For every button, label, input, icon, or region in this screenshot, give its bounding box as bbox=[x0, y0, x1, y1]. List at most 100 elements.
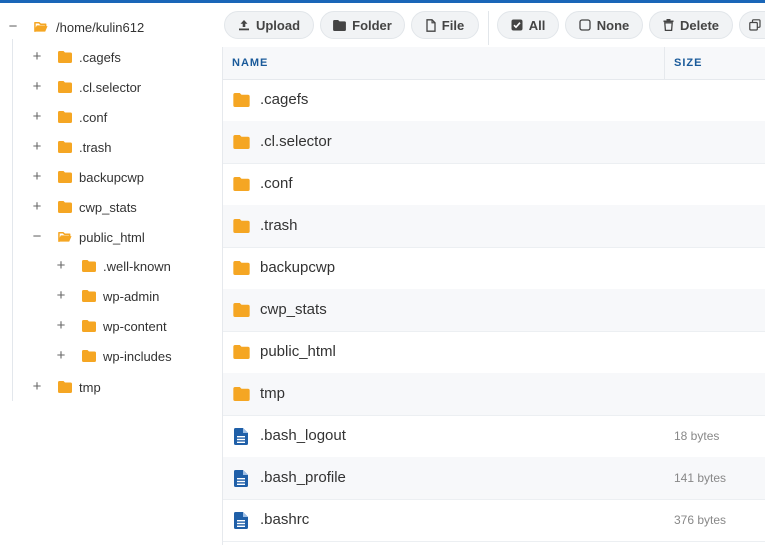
tree-node-well-known[interactable]: + .well-known bbox=[0, 256, 222, 278]
tree-label: wp-content bbox=[103, 319, 167, 334]
checkbox-checked-icon bbox=[511, 19, 523, 31]
folder-icon bbox=[58, 201, 72, 213]
folder-icon bbox=[233, 345, 250, 359]
column-header-name[interactable]: NAME bbox=[232, 57, 268, 69]
select-all-button[interactable]: All bbox=[497, 11, 559, 39]
table-row[interactable]: .conf bbox=[223, 163, 765, 206]
folder-icon bbox=[233, 135, 250, 149]
folder-icon bbox=[233, 261, 250, 275]
table-row[interactable]: .cagefs bbox=[223, 79, 765, 122]
expand-icon[interactable]: + bbox=[30, 49, 44, 64]
table-row[interactable]: public_html bbox=[223, 331, 765, 374]
delete-label: Delete bbox=[679, 17, 720, 33]
new-file-button[interactable]: File bbox=[411, 11, 479, 39]
folder-icon bbox=[58, 111, 72, 123]
row-name: cwp_stats bbox=[260, 301, 327, 318]
table-row[interactable]: .bash_logout 18 bytes bbox=[223, 415, 765, 458]
tree-label: .cagefs bbox=[79, 50, 121, 65]
expand-icon[interactable]: + bbox=[54, 288, 68, 303]
row-name: tmp bbox=[260, 385, 286, 402]
none-label: None bbox=[596, 17, 630, 33]
expand-icon[interactable]: + bbox=[54, 348, 68, 363]
file-label: File bbox=[441, 17, 465, 33]
table-row[interactable]: cwp_stats bbox=[223, 289, 765, 332]
tree-node-trash[interactable]: + .trash bbox=[0, 137, 222, 159]
tree-node-wp-admin[interactable]: + wp-admin bbox=[0, 286, 222, 308]
table-row[interactable]: backupcwp bbox=[223, 247, 765, 290]
column-header-size[interactable]: SIZE bbox=[674, 57, 702, 69]
folder-icon bbox=[233, 303, 250, 317]
expand-icon[interactable]: + bbox=[30, 379, 44, 394]
tree-label: .cl.selector bbox=[79, 80, 142, 95]
table-row[interactable]: .trash bbox=[223, 205, 765, 248]
tree-node-conf[interactable]: + .conf bbox=[0, 107, 222, 129]
tree-node-tmp[interactable]: + tmp bbox=[0, 377, 222, 399]
copy-button[interactable] bbox=[739, 11, 765, 39]
tree-node-cwp-stats[interactable]: + cwp_stats bbox=[0, 197, 222, 219]
row-name: .cagefs bbox=[260, 91, 309, 108]
tree-label: public_html bbox=[79, 230, 145, 245]
folder-icon bbox=[58, 171, 72, 183]
row-size: 18 bytes bbox=[674, 429, 720, 443]
table-row[interactable]: tmp bbox=[223, 373, 765, 416]
tree-node-wp-content[interactable]: + wp-content bbox=[0, 316, 222, 338]
folder-icon bbox=[58, 381, 72, 393]
table-header: NAME SIZE bbox=[223, 47, 765, 80]
tree-label: wp-admin bbox=[103, 289, 160, 304]
upload-button[interactable]: Upload bbox=[224, 11, 314, 39]
expand-icon[interactable]: + bbox=[30, 109, 44, 124]
folder-open-icon bbox=[34, 22, 48, 32]
folder-icon bbox=[58, 81, 72, 93]
expand-icon[interactable]: + bbox=[30, 79, 44, 94]
copy-icon bbox=[749, 19, 761, 31]
folder-icon bbox=[233, 177, 250, 191]
folder-icon bbox=[58, 141, 72, 153]
all-label: All bbox=[528, 17, 546, 33]
row-size: 141 bytes bbox=[674, 471, 727, 485]
file-table: NAME SIZE .cagefs .cl.selector .conf .tr… bbox=[222, 47, 765, 545]
new-folder-button[interactable]: Folder bbox=[320, 11, 405, 39]
file-text-icon bbox=[234, 428, 248, 445]
expand-icon[interactable]: + bbox=[30, 139, 44, 154]
row-name: .trash bbox=[260, 217, 298, 234]
expand-icon[interactable]: + bbox=[30, 199, 44, 214]
folder-icon bbox=[82, 290, 96, 302]
tree-node-cl-selector[interactable]: + .cl.selector bbox=[0, 77, 222, 99]
tree-node-backupcwp[interactable]: + backupcwp bbox=[0, 167, 222, 189]
tree-node-public-html[interactable]: − public_html bbox=[0, 227, 222, 249]
folder-tree: − /home/kulin612 + .cagefs + .cl.selecto… bbox=[0, 3, 222, 545]
row-name: backupcwp bbox=[260, 259, 336, 276]
tree-label-root: /home/kulin612 bbox=[56, 20, 145, 35]
toolbar-divider bbox=[488, 11, 489, 45]
folder-icon bbox=[82, 320, 96, 332]
row-name: .conf bbox=[260, 175, 293, 192]
file-text-icon bbox=[234, 470, 248, 487]
table-row[interactable]: .bashrc 376 bytes bbox=[223, 499, 765, 542]
row-name: public_html bbox=[260, 343, 336, 360]
tree-label: .trash bbox=[79, 140, 112, 155]
checkbox-empty-icon bbox=[579, 19, 591, 31]
expand-icon[interactable]: + bbox=[54, 318, 68, 333]
trash-icon bbox=[663, 19, 674, 31]
table-row[interactable]: .bash_profile 141 bytes bbox=[223, 457, 765, 500]
file-text-icon bbox=[234, 512, 248, 529]
tree-label: .conf bbox=[79, 110, 108, 125]
row-size: 376 bytes bbox=[674, 513, 727, 527]
expand-icon[interactable]: + bbox=[30, 169, 44, 184]
folder-icon bbox=[333, 19, 347, 31]
row-name: .bash_logout bbox=[260, 427, 346, 444]
tree-node-cagefs[interactable]: + .cagefs bbox=[0, 47, 222, 69]
table-row[interactable]: .cl.selector bbox=[223, 121, 765, 164]
collapse-icon[interactable]: − bbox=[30, 229, 44, 244]
folder-icon bbox=[82, 350, 96, 362]
expand-icon[interactable]: + bbox=[54, 258, 68, 273]
delete-button[interactable]: Delete bbox=[649, 11, 733, 39]
folder-icon bbox=[233, 93, 250, 107]
row-name: .bashrc bbox=[260, 511, 310, 528]
tree-node-root[interactable]: − /home/kulin612 bbox=[0, 17, 222, 39]
collapse-icon[interactable]: − bbox=[6, 19, 20, 34]
tree-node-wp-includes[interactable]: + wp-includes bbox=[0, 346, 222, 368]
select-none-button[interactable]: None bbox=[565, 11, 643, 39]
folder-icon bbox=[233, 387, 250, 401]
tree-label: cwp_stats bbox=[79, 200, 137, 215]
